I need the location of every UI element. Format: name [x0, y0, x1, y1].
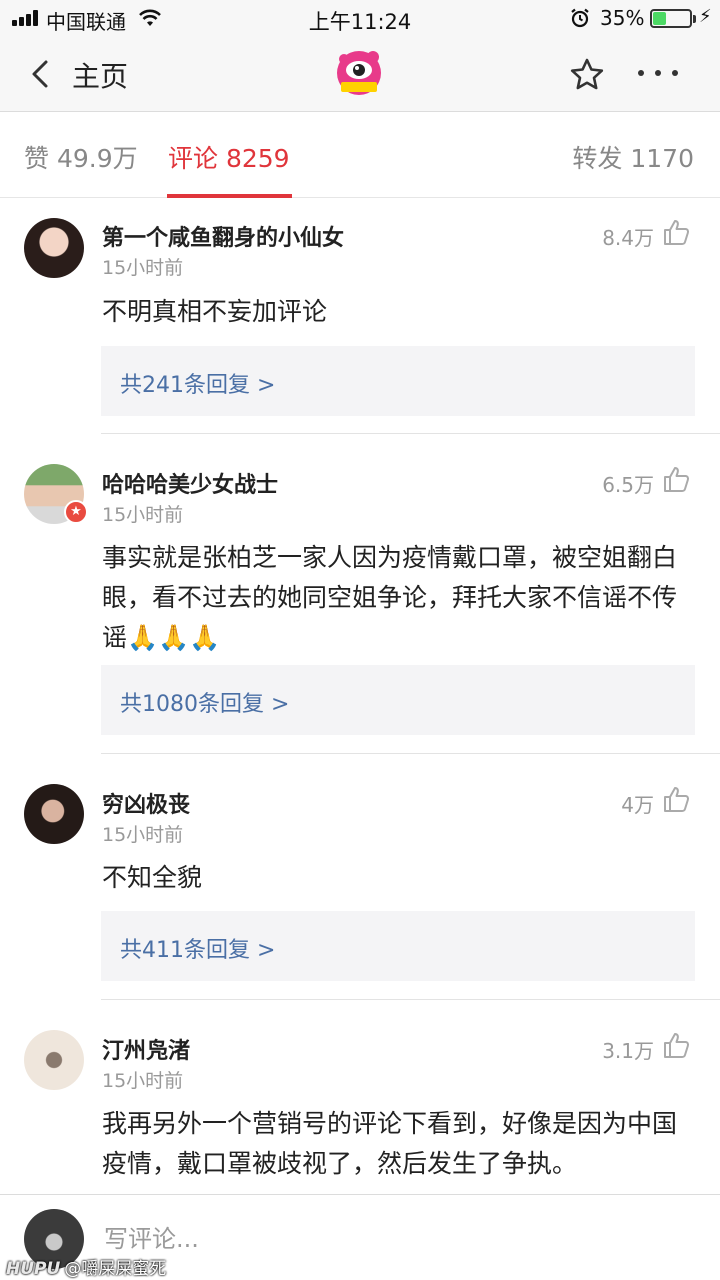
- comment-item: 汀州凫渚 15小时前 3.1万 我再另外一个营销号的评论下看到，好像是因为中国疫…: [0, 1000, 720, 1194]
- like-count: 4万: [621, 793, 654, 817]
- nav-bar: 主页: [0, 36, 720, 112]
- verified-badge-icon: ★: [64, 500, 88, 524]
- battery-percent: 35%: [600, 6, 645, 30]
- watermark-brand: HUPU: [6, 1259, 61, 1279]
- comment-input[interactable]: [104, 1221, 504, 1257]
- comment-time: 15小时前: [102, 824, 184, 846]
- comment-text: 事实就是张柏芝一家人因为疫情戴口罩，被空姐翻白眼，看不过去的她同空姐争论，拜托大…: [102, 543, 678, 652]
- thumbs-up-icon[interactable]: [662, 465, 690, 493]
- reply-box: 共411条回复 >: [101, 911, 695, 981]
- comment-text: 不明真相不妄加评论: [102, 297, 328, 326]
- comment-text: 不知全貌: [102, 863, 203, 892]
- comment-time: 15小时前: [102, 257, 184, 279]
- avatar[interactable]: [24, 784, 84, 844]
- battery-icon: [650, 9, 696, 28]
- watermark: HUPU @嚼屎屎蜜死: [6, 1254, 166, 1279]
- comment-tabs: 赞 49.9万 评论 8259 转发 1170: [0, 112, 720, 198]
- like-count: 6.5万: [602, 473, 654, 497]
- comment-item: ★ 哈哈哈美少女战士 15小时前 6.5万 事实就是张柏芝一家人因为疫情戴口罩，…: [0, 434, 720, 754]
- watermark-handle: @嚼屎屎蜜死: [64, 1259, 167, 1279]
- reply-box: 共241条回复 >: [101, 346, 695, 416]
- tab-comments[interactable]: 评论 8259: [168, 139, 290, 175]
- comment-username[interactable]: 穷凶极丧: [102, 787, 190, 819]
- comment-username[interactable]: 第一个咸鱼翻身的小仙女: [102, 220, 344, 252]
- sina-entertainment-logo[interactable]: [332, 46, 386, 100]
- comment-item: 穷凶极丧 15小时前 4万 不知全貌 共411条回复 >: [0, 754, 720, 1000]
- like-count: 3.1万: [602, 1039, 654, 1063]
- thumbs-up-icon[interactable]: [662, 218, 690, 246]
- view-replies-link[interactable]: 共1080条回复 >: [120, 686, 289, 718]
- like-count: 8.4万: [602, 226, 654, 250]
- reply-box: 共1080条回复 >: [101, 665, 695, 735]
- avatar[interactable]: [24, 218, 84, 278]
- status-bar: 中国联通 上午11:24 35% ⚡︎: [0, 0, 720, 36]
- tab-reposts[interactable]: 转发 1170: [572, 139, 694, 175]
- tab-likes[interactable]: 赞 49.9万: [24, 139, 138, 175]
- comment-text: 我再另外一个营销号的评论下看到，好像是因为中国疫情，戴口罩被歧视了，然后发生了争…: [102, 1109, 678, 1178]
- comment-time: 15小时前: [102, 1070, 184, 1092]
- charging-icon: ⚡︎: [699, 6, 712, 27]
- alarm-icon: [571, 8, 589, 28]
- star-icon[interactable]: [568, 56, 606, 94]
- view-replies-link[interactable]: 共241条回复 >: [120, 367, 275, 399]
- thumbs-up-icon[interactable]: [662, 785, 690, 813]
- back-label[interactable]: 主页: [72, 55, 128, 95]
- chevron-left-icon[interactable]: [26, 54, 56, 94]
- comment-item: 第一个咸鱼翻身的小仙女 15小时前 8.4万 不明真相不妄加评论 共241条回复…: [0, 198, 720, 434]
- thumbs-up-icon[interactable]: [662, 1031, 690, 1059]
- view-replies-link[interactable]: 共411条回复 >: [120, 932, 275, 964]
- more-icon[interactable]: [636, 70, 680, 78]
- comment-time: 15小时前: [102, 504, 184, 526]
- comment-username[interactable]: 哈哈哈美少女战士: [102, 467, 278, 499]
- comment-username[interactable]: 汀州凫渚: [102, 1033, 190, 1065]
- avatar[interactable]: [24, 1030, 84, 1090]
